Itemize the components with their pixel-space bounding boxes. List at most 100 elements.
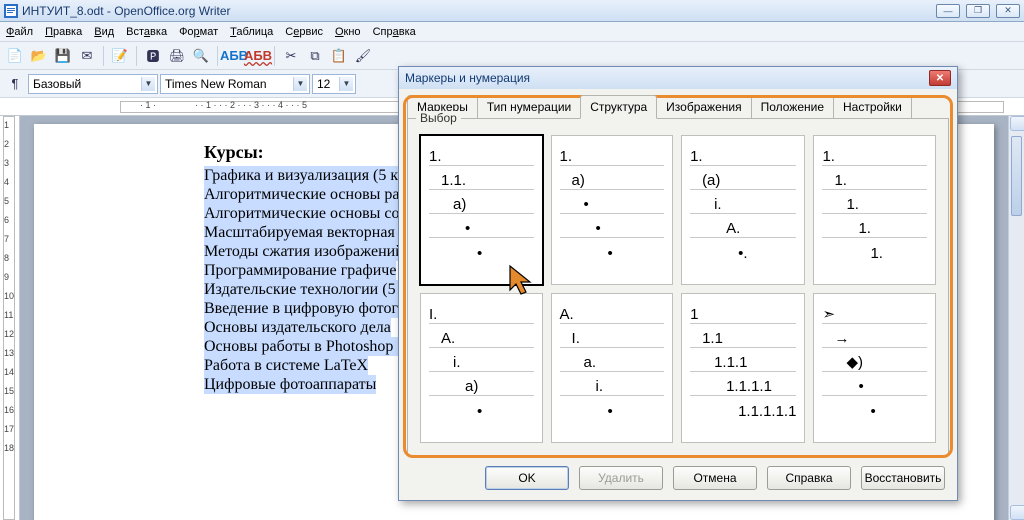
scroll-up-button[interactable]: ▲: [1010, 116, 1024, 131]
close-button[interactable]: ✕: [996, 4, 1020, 18]
menu-help[interactable]: Справка: [373, 26, 416, 38]
spellcheck-button[interactable]: AБB: [223, 45, 245, 67]
doc-line[interactable]: Масштабируемая векторная г: [204, 223, 405, 242]
doc-line[interactable]: Алгоритмические основы ра: [204, 185, 400, 204]
paragraph-style-combo[interactable]: Базовый ▼: [28, 74, 158, 94]
menu-bar: Файл Правка Вид Вставка Формат Таблица С…: [0, 22, 1024, 42]
minimize-button[interactable]: —: [936, 4, 960, 18]
doc-line[interactable]: Графика и визуализация (5 ку: [204, 166, 406, 185]
outline-option[interactable]: 11.11.1.11.1.1.11.1.1.1.1: [681, 293, 805, 443]
pdf-export-button[interactable]: 🅿: [142, 45, 164, 67]
menu-format[interactable]: Формат: [179, 26, 218, 38]
dialog-titlebar[interactable]: Маркеры и нумерация ✕: [399, 67, 957, 89]
doc-line[interactable]: Основы работы в Photoshop (: [204, 337, 403, 356]
font-name-combo[interactable]: Times New Roman ▼: [160, 74, 310, 94]
menu-edit[interactable]: Правка: [45, 26, 82, 38]
font-size-value: 12: [317, 77, 330, 91]
outline-option[interactable]: 1.1.1.a)••: [420, 135, 543, 285]
doc-line[interactable]: Основы издательского дела: [204, 318, 391, 337]
menu-file[interactable]: Файл: [6, 26, 33, 38]
outline-option[interactable]: A.I.a.i.•: [551, 293, 674, 443]
outline-level-label: a): [560, 172, 585, 189]
ruler-tick: 6: [4, 215, 9, 225]
outline-level-label: (a): [690, 172, 720, 189]
tab-Структура[interactable]: Структура: [580, 95, 657, 119]
doc-line[interactable]: Алгоритмические основы со: [204, 204, 400, 223]
styles-button[interactable]: ¶: [4, 73, 26, 95]
new-doc-button[interactable]: 📄: [4, 45, 26, 67]
ruler-tick: 16: [4, 405, 14, 415]
outline-option[interactable]: ➣→◆)••: [813, 293, 936, 443]
print-button[interactable]: 🖨: [166, 45, 188, 67]
tab-Тип нумерации[interactable]: Тип нумерации: [477, 95, 581, 118]
doc-line[interactable]: Издательские технологии (5 к: [204, 280, 407, 299]
tab-Изображения[interactable]: Изображения: [656, 95, 751, 118]
outline-level-label: •: [429, 245, 482, 262]
cut-button[interactable]: ✂: [280, 45, 302, 67]
dialog-buttons: OK Удалить Отмена Справка Восстановить: [399, 456, 957, 500]
open-button[interactable]: 📂: [28, 45, 50, 67]
doc-line[interactable]: Работа в системе LaTeX: [204, 356, 368, 375]
outline-level-label: I.: [429, 306, 437, 323]
ruler-tick: 1: [4, 120, 9, 130]
ruler-tick: 12: [4, 329, 14, 339]
outline-level-label: •: [560, 196, 589, 213]
dialog-title: Маркеры и нумерация: [405, 71, 530, 85]
mail-button[interactable]: ✉: [76, 45, 98, 67]
outline-level-label: 1.: [690, 148, 703, 165]
paste-button[interactable]: 📋: [328, 45, 350, 67]
reset-button[interactable]: Восстановить: [861, 466, 945, 490]
scroll-down-button[interactable]: ▼: [1010, 505, 1024, 520]
ruler-tick: 13: [4, 348, 14, 358]
ok-button[interactable]: OK: [485, 466, 569, 490]
edit-doc-button[interactable]: 📝: [109, 45, 131, 67]
group-label: Выбор: [416, 111, 461, 125]
outline-level-label: 1.1.1.1.1: [690, 403, 796, 420]
outline-level-label: a): [429, 196, 466, 213]
doc-line[interactable]: Программирование графиче: [204, 261, 396, 280]
outline-level-label: •.: [690, 245, 747, 262]
scroll-thumb[interactable]: [1011, 136, 1022, 216]
outline-level-label: 1.: [822, 196, 859, 213]
outline-option[interactable]: 1.1.1.1.1.: [813, 135, 936, 285]
dialog-close-button[interactable]: ✕: [929, 70, 951, 86]
cancel-button[interactable]: Отмена: [673, 466, 757, 490]
outline-level-label: A.: [560, 306, 574, 323]
outline-option[interactable]: 1.(a)i.A.•.: [681, 135, 805, 285]
tab-Настройки[interactable]: Настройки: [833, 95, 912, 118]
ruler-tick: 7: [4, 234, 9, 244]
vertical-scrollbar[interactable]: ▲ ▼: [1008, 116, 1024, 520]
menu-tools[interactable]: Сервис: [285, 26, 323, 38]
copy-button[interactable]: ⧉: [304, 45, 326, 67]
app-icon: [4, 4, 18, 18]
ruler-tick: 17: [4, 424, 14, 434]
outline-level-label: •: [822, 403, 875, 420]
delete-button: Удалить: [579, 466, 663, 490]
outline-option[interactable]: 1.a)•••: [551, 135, 674, 285]
chevron-down-icon: ▼: [293, 77, 307, 91]
preview-button[interactable]: 🔍: [190, 45, 212, 67]
outline-level-label: 1.1.: [429, 172, 466, 189]
tab-Положение[interactable]: Положение: [751, 95, 834, 118]
font-size-combo[interactable]: 12 ▼: [312, 74, 356, 94]
outline-option[interactable]: I.A.i.a)•: [420, 293, 543, 443]
maximize-button[interactable]: ❐: [966, 4, 990, 18]
menu-view[interactable]: Вид: [94, 26, 114, 38]
help-button[interactable]: Справка: [767, 466, 851, 490]
doc-line[interactable]: Цифровые фотоаппараты: [204, 375, 376, 394]
doc-line[interactable]: Введение в цифровую фотог: [204, 299, 398, 318]
menu-table[interactable]: Таблица: [230, 26, 273, 38]
save-button[interactable]: 💾: [52, 45, 74, 67]
autospell-button[interactable]: AБB: [247, 45, 269, 67]
window-title: ИНТУИТ_8.odt - OpenOffice.org Writer: [22, 4, 936, 18]
menu-insert[interactable]: Вставка: [126, 26, 167, 38]
tab-panel-outline: Выбор 1.1.1.a)••1.a)•••1.(a)i.A.•.1.1.1.…: [407, 118, 949, 456]
paragraph-style-value: Базовый: [33, 77, 81, 91]
menu-window[interactable]: Окно: [335, 26, 361, 38]
vertical-ruler[interactable]: 123456789101112131415161718: [0, 116, 20, 520]
outline-level-label: 1.: [822, 245, 883, 262]
outline-options-grid: 1.1.1.a)••1.a)•••1.(a)i.A.•.1.1.1.1.1.I.…: [420, 135, 936, 443]
format-paint-button[interactable]: 🖌: [352, 45, 374, 67]
doc-line[interactable]: Методы сжатия изображений: [204, 242, 404, 261]
outline-level-label: •: [822, 378, 863, 395]
